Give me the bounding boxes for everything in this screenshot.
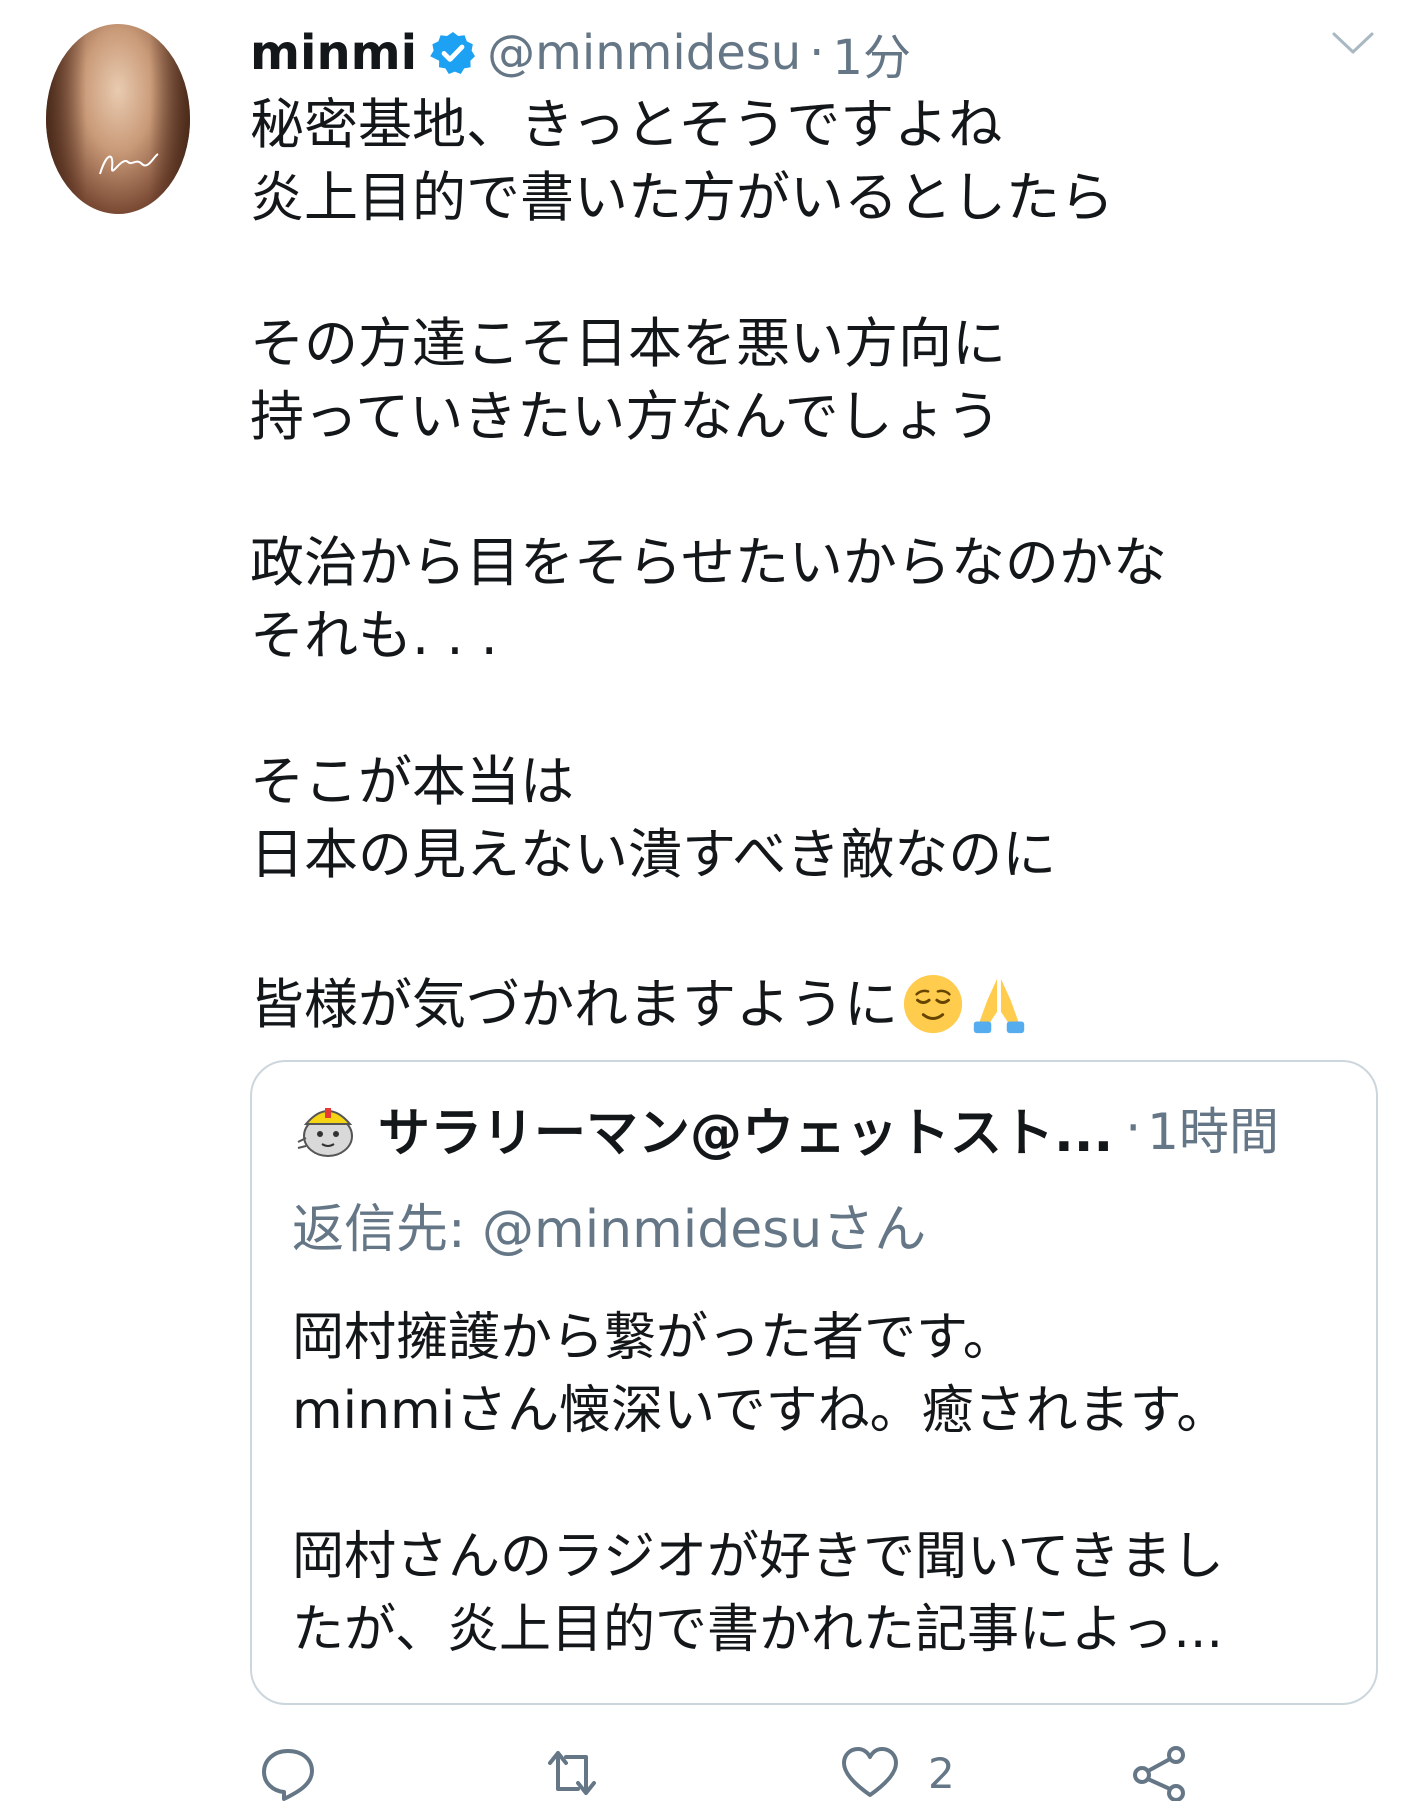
- verified-badge-icon: [430, 32, 476, 74]
- quoted-tweet-timestamp[interactable]: 1時間: [1147, 1092, 1279, 1164]
- tweet-last-line-text: 皆様が気づかれますように: [250, 972, 898, 1036]
- retweet-icon: [548, 1751, 596, 1795]
- folded-hands-emoji-icon: [973, 979, 1025, 1034]
- tweet-timestamp[interactable]: 1分: [832, 18, 911, 88]
- quoted-tweet-card[interactable]: サラリーマン@ウェットスト... · 1時間 返信先: @minmidesuさん…: [250, 1060, 1378, 1705]
- quoted-author-avatar[interactable]: [292, 1092, 364, 1164]
- quoted-header-separator: ·: [1125, 1099, 1142, 1157]
- avatar-photo: [46, 24, 190, 214]
- heart-icon: [842, 1747, 898, 1797]
- tweet-text-content: 秘密基地、きっとそうですよね 炎上目的で書いた方がいるとしたら その方達こそ日本…: [250, 93, 1167, 886]
- quoted-tweet-text: 岡村擁護から繋がった者です。 minmiさん懐深いですね。癒されます。 岡村さん…: [292, 1308, 1229, 1660]
- tweet-header: minmi @minmidesu · 1分: [250, 18, 911, 88]
- author-avatar[interactable]: [46, 24, 190, 214]
- author-handle[interactable]: @minmidesu: [487, 25, 801, 81]
- quoted-author-name[interactable]: サラリーマン@ウェットスト...: [378, 1091, 1113, 1166]
- relieved-face-emoji-icon: [903, 975, 963, 1034]
- reply-icon: [262, 1749, 314, 1801]
- like-button[interactable]: 2: [840, 1745, 955, 1801]
- author-name[interactable]: minmi: [250, 25, 417, 81]
- avatar-signature: [99, 153, 159, 175]
- quoted-reply-to[interactable]: 返信先: @minmidesuさん: [292, 1187, 926, 1262]
- tweet-action-bar: 2: [250, 1745, 1380, 1803]
- header-separator: ·: [809, 25, 825, 81]
- tweet-last-line: 皆様が気づかれますように: [250, 968, 1030, 1041]
- share-icon: [1133, 1746, 1185, 1801]
- like-count: 2: [928, 1748, 955, 1798]
- tweet-text: 秘密基地、きっとそうですよね 炎上目的で書いた方がいるとしたら その方達こそ日本…: [250, 88, 1380, 1041]
- reply-button[interactable]: [258, 1745, 346, 1801]
- chevron-down-icon[interactable]: [1330, 28, 1376, 58]
- quoted-tweet-header: サラリーマン@ウェットスト... · 1時間: [292, 1098, 1279, 1164]
- share-button[interactable]: [1130, 1745, 1218, 1801]
- retweet-button[interactable]: [542, 1745, 630, 1801]
